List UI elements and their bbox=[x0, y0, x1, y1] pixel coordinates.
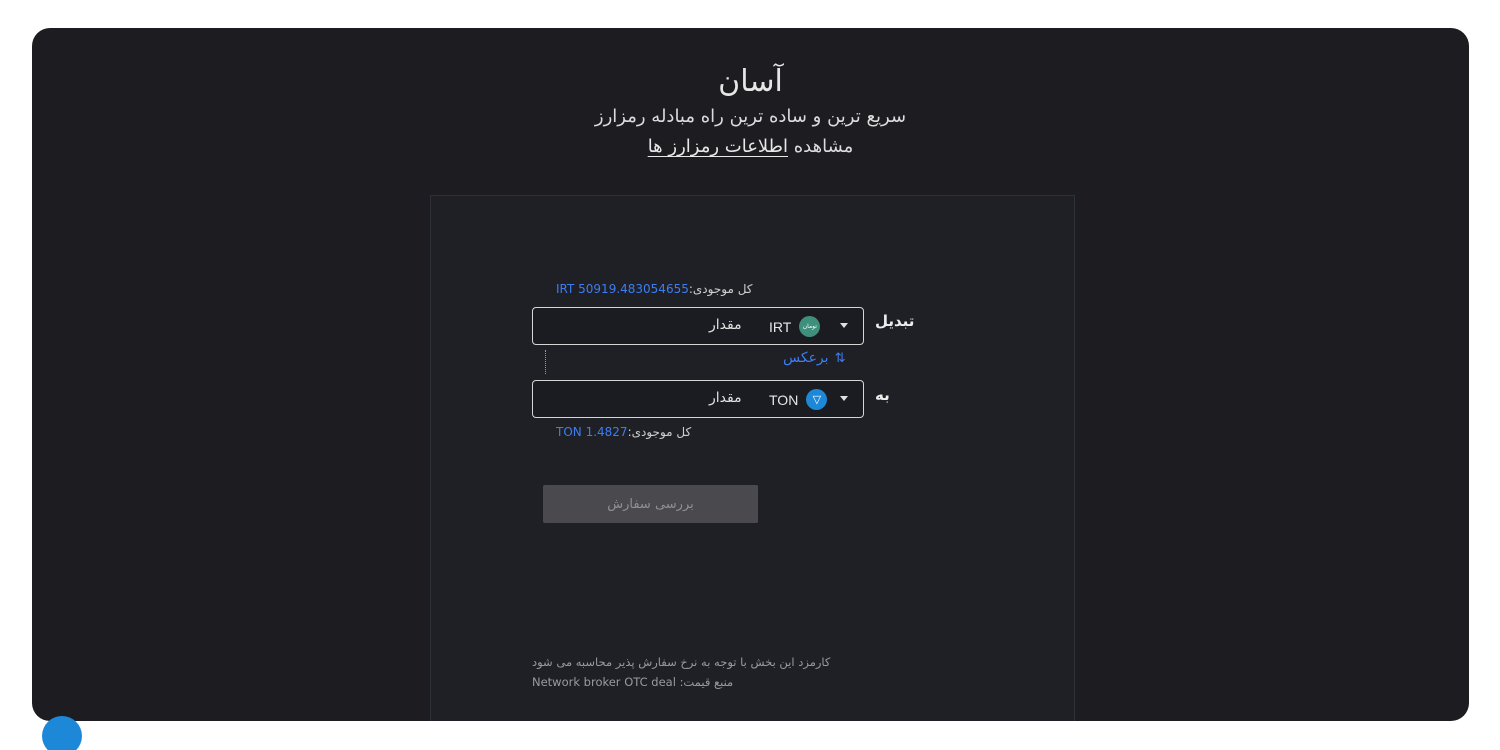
fee-note: کارمزد این بخش با توجه به نرخ سفارش پذیر… bbox=[532, 655, 831, 669]
chevron-down-icon[interactable] bbox=[840, 396, 848, 401]
coin-info-line: مشاهده اطلاعات رمزارز ها bbox=[32, 134, 1469, 160]
from-coin-name: IRT bbox=[769, 318, 792, 335]
from-balance-value[interactable]: IRT 50919.483054655 bbox=[556, 282, 689, 296]
from-field[interactable]: مقدار IRT تومان bbox=[532, 307, 864, 345]
support-chat-button[interactable] bbox=[42, 716, 82, 750]
from-amount-input[interactable]: مقدار bbox=[709, 317, 742, 333]
chevron-down-icon[interactable] bbox=[840, 323, 848, 328]
ton-icon: ▽ bbox=[806, 389, 828, 410]
swap-arrows-icon: ⇅ bbox=[834, 350, 846, 366]
exchange-card: کل موجودی:IRT 50919.483054655 تبدیل مقدا… bbox=[430, 195, 1075, 721]
to-balance-value[interactable]: TON 1.4827 bbox=[556, 425, 628, 439]
swap-button[interactable]: ⇅ برعکس bbox=[783, 350, 845, 366]
from-coin-select[interactable]: IRT تومان bbox=[769, 316, 821, 337]
page-title: آسان bbox=[718, 64, 783, 99]
to-coin-name: TON bbox=[769, 391, 799, 408]
to-coin-select[interactable]: TON ▽ bbox=[769, 389, 828, 410]
toman-icon: تومان bbox=[799, 316, 821, 337]
to-balance: کل موجودی:TON 1.4827 bbox=[556, 425, 691, 439]
divider-line bbox=[545, 350, 546, 374]
hero-section: آسان سریع ترین و ساده ترین راه مبادله رم… bbox=[32, 62, 1469, 160]
from-label: تبدیل bbox=[875, 312, 915, 330]
to-field[interactable]: مقدار TON ▽ bbox=[532, 380, 864, 418]
price-source-value: Network broker OTC deal bbox=[532, 675, 676, 689]
swap-label: برعکس bbox=[783, 350, 829, 366]
coin-info-link[interactable]: اطلاعات رمزارز ها bbox=[648, 136, 788, 157]
review-order-button[interactable]: بررسی سفارش bbox=[543, 485, 758, 523]
to-balance-label: کل موجودی: bbox=[627, 425, 692, 439]
app-frame: آسان سریع ترین و ساده ترین راه مبادله رم… bbox=[32, 28, 1469, 721]
to-amount-input[interactable]: مقدار bbox=[709, 390, 742, 406]
from-balance-label: کل موجودی: bbox=[688, 282, 753, 296]
page-subtitle: سریع ترین و ساده ترین راه مبادله رمزارز bbox=[594, 106, 907, 127]
coin-info-prefix: مشاهده bbox=[793, 136, 854, 157]
to-label: به bbox=[875, 386, 890, 404]
price-source-label: منبع قیمت: bbox=[679, 675, 734, 689]
price-source-note: منبع قیمت: Network broker OTC deal bbox=[532, 675, 733, 689]
from-balance: کل موجودی:IRT 50919.483054655 bbox=[556, 282, 753, 296]
